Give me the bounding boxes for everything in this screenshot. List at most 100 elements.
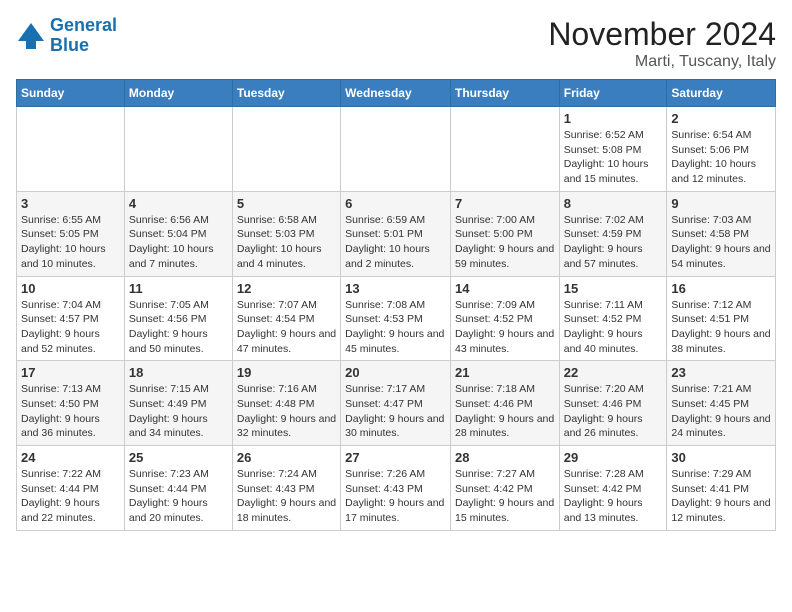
calendar-cell: 14 Sunrise: 7:09 AM Sunset: 4:52 PM Dayli… — [450, 276, 559, 361]
day-info: Sunrise: 7:18 AM Sunset: 4:46 PM Dayligh… — [455, 382, 555, 441]
calendar-cell: 29 Sunrise: 7:28 AM Sunset: 4:42 PM Dayli… — [559, 446, 667, 531]
day-info: Sunrise: 7:13 AM Sunset: 4:50 PM Dayligh… — [21, 382, 120, 441]
day-info: Sunrise: 6:54 AM Sunset: 5:06 PM Dayligh… — [671, 128, 771, 187]
day-number: 30 — [671, 450, 771, 465]
weekday-header: Sunday — [17, 80, 125, 107]
day-info: Sunrise: 7:26 AM Sunset: 4:43 PM Dayligh… — [345, 467, 446, 526]
calendar-cell: 16 Sunrise: 7:12 AM Sunset: 4:51 PM Dayli… — [667, 276, 776, 361]
day-number: 20 — [345, 365, 446, 380]
calendar-cell: 15 Sunrise: 7:11 AM Sunset: 4:52 PM Dayli… — [559, 276, 667, 361]
week-row: 3 Sunrise: 6:55 AM Sunset: 5:05 PM Daylig… — [17, 191, 776, 276]
day-number: 14 — [455, 281, 555, 296]
day-number: 29 — [564, 450, 663, 465]
logo-icon — [16, 21, 46, 51]
day-number: 5 — [237, 196, 336, 211]
calendar-cell: 7Sunrise: 7:00 AM Sunset: 5:00 PM Daylig… — [450, 191, 559, 276]
day-info: Sunrise: 7:02 AM Sunset: 4:59 PM Dayligh… — [564, 213, 663, 272]
calendar-cell: 2Sunrise: 6:54 AM Sunset: 5:06 PM Daylig… — [667, 107, 776, 192]
calendar-cell: 20 Sunrise: 7:17 AM Sunset: 4:47 PM Dayli… — [341, 361, 451, 446]
day-info: Sunrise: 7:12 AM Sunset: 4:51 PM Dayligh… — [671, 298, 771, 357]
day-info: Sunrise: 7:09 AM Sunset: 4:52 PM Dayligh… — [455, 298, 555, 357]
day-number: 11 — [129, 281, 228, 296]
calendar-table: SundayMondayTuesdayWednesdayThursdayFrid… — [16, 79, 776, 531]
weekday-header: Wednesday — [341, 80, 451, 107]
weekday-header: Monday — [124, 80, 232, 107]
day-info: Sunrise: 7:05 AM Sunset: 4:56 PM Dayligh… — [129, 298, 228, 357]
calendar-header: SundayMondayTuesdayWednesdayThursdayFrid… — [17, 80, 776, 107]
calendar-cell: 6 Sunrise: 6:59 AM Sunset: 5:01 PM Daylig… — [341, 191, 451, 276]
day-info: Sunrise: 7:29 AM Sunset: 4:41 PM Dayligh… — [671, 467, 771, 526]
day-info: Sunrise: 7:07 AM Sunset: 4:54 PM Dayligh… — [237, 298, 336, 357]
calendar-cell — [450, 107, 559, 192]
calendar-cell: 4 Sunrise: 6:56 AM Sunset: 5:04 PM Daylig… — [124, 191, 232, 276]
day-info: Sunrise: 7:04 AM Sunset: 4:57 PM Dayligh… — [21, 298, 120, 357]
header-row: SundayMondayTuesdayWednesdayThursdayFrid… — [17, 80, 776, 107]
calendar-body: 1 Sunrise: 6:52 AM Sunset: 5:08 PM Daylig… — [17, 107, 776, 531]
weekday-header: Saturday — [667, 80, 776, 107]
calendar-cell: 12 Sunrise: 7:07 AM Sunset: 4:54 PM Dayli… — [232, 276, 340, 361]
day-number: 22 — [564, 365, 663, 380]
week-row: 10Sunrise: 7:04 AM Sunset: 4:57 PM Dayli… — [17, 276, 776, 361]
day-number: 3 — [21, 196, 120, 211]
day-info: Sunrise: 7:27 AM Sunset: 4:42 PM Dayligh… — [455, 467, 555, 526]
day-info: Sunrise: 7:22 AM Sunset: 4:44 PM Dayligh… — [21, 467, 120, 526]
day-info: Sunrise: 7:28 AM Sunset: 4:42 PM Dayligh… — [564, 467, 663, 526]
day-info: Sunrise: 7:16 AM Sunset: 4:48 PM Dayligh… — [237, 382, 336, 441]
logo-text: General Blue — [50, 16, 117, 56]
calendar-cell: 30 Sunrise: 7:29 AM Sunset: 4:41 PM Dayli… — [667, 446, 776, 531]
calendar-cell: 3 Sunrise: 6:55 AM Sunset: 5:05 PM Daylig… — [17, 191, 125, 276]
day-info: Sunrise: 7:15 AM Sunset: 4:49 PM Dayligh… — [129, 382, 228, 441]
location: Marti, Tuscany, Italy — [548, 53, 776, 71]
calendar-cell: 23Sunrise: 7:21 AM Sunset: 4:45 PM Dayli… — [667, 361, 776, 446]
calendar-cell — [232, 107, 340, 192]
day-number: 7 — [455, 196, 555, 211]
day-number: 15 — [564, 281, 663, 296]
day-number: 12 — [237, 281, 336, 296]
logo: General Blue — [16, 16, 117, 56]
day-number: 9 — [671, 196, 771, 211]
day-number: 26 — [237, 450, 336, 465]
day-info: Sunrise: 7:20 AM Sunset: 4:46 PM Dayligh… — [564, 382, 663, 441]
week-row: 24 Sunrise: 7:22 AM Sunset: 4:44 PM Dayli… — [17, 446, 776, 531]
day-info: Sunrise: 7:17 AM Sunset: 4:47 PM Dayligh… — [345, 382, 446, 441]
calendar-cell: 21 Sunrise: 7:18 AM Sunset: 4:46 PM Dayli… — [450, 361, 559, 446]
day-info: Sunrise: 7:11 AM Sunset: 4:52 PM Dayligh… — [564, 298, 663, 357]
calendar-cell: 1 Sunrise: 6:52 AM Sunset: 5:08 PM Daylig… — [559, 107, 667, 192]
calendar-cell: 22 Sunrise: 7:20 AM Sunset: 4:46 PM Dayli… — [559, 361, 667, 446]
day-info: Sunrise: 6:58 AM Sunset: 5:03 PM Dayligh… — [237, 213, 336, 272]
day-info: Sunrise: 7:24 AM Sunset: 4:43 PM Dayligh… — [237, 467, 336, 526]
day-info: Sunrise: 7:21 AM Sunset: 4:45 PM Dayligh… — [671, 382, 771, 441]
calendar-cell: 8 Sunrise: 7:02 AM Sunset: 4:59 PM Daylig… — [559, 191, 667, 276]
day-info: Sunrise: 6:52 AM Sunset: 5:08 PM Dayligh… — [564, 128, 663, 187]
day-number: 8 — [564, 196, 663, 211]
day-info: Sunrise: 7:23 AM Sunset: 4:44 PM Dayligh… — [129, 467, 228, 526]
calendar-cell: 11 Sunrise: 7:05 AM Sunset: 4:56 PM Dayli… — [124, 276, 232, 361]
week-row: 1 Sunrise: 6:52 AM Sunset: 5:08 PM Daylig… — [17, 107, 776, 192]
day-number: 24 — [21, 450, 120, 465]
title-block: November 2024 Marti, Tuscany, Italy — [548, 16, 776, 71]
logo-line1: General — [50, 15, 117, 35]
day-number: 16 — [671, 281, 771, 296]
weekday-header: Thursday — [450, 80, 559, 107]
day-number: 27 — [345, 450, 446, 465]
day-number: 6 — [345, 196, 446, 211]
day-number: 4 — [129, 196, 228, 211]
day-number: 1 — [564, 111, 663, 126]
day-info: Sunrise: 6:59 AM Sunset: 5:01 PM Dayligh… — [345, 213, 446, 272]
day-info: Sunrise: 6:56 AM Sunset: 5:04 PM Dayligh… — [129, 213, 228, 272]
day-number: 25 — [129, 450, 228, 465]
calendar-cell: 17Sunrise: 7:13 AM Sunset: 4:50 PM Dayli… — [17, 361, 125, 446]
calendar-cell — [341, 107, 451, 192]
day-number: 18 — [129, 365, 228, 380]
calendar-cell: 10Sunrise: 7:04 AM Sunset: 4:57 PM Dayli… — [17, 276, 125, 361]
calendar-cell — [17, 107, 125, 192]
logo-line2: Blue — [50, 35, 89, 55]
calendar-cell: 28Sunrise: 7:27 AM Sunset: 4:42 PM Dayli… — [450, 446, 559, 531]
calendar-cell: 27 Sunrise: 7:26 AM Sunset: 4:43 PM Dayli… — [341, 446, 451, 531]
day-info: Sunrise: 7:08 AM Sunset: 4:53 PM Dayligh… — [345, 298, 446, 357]
day-number: 13 — [345, 281, 446, 296]
week-row: 17Sunrise: 7:13 AM Sunset: 4:50 PM Dayli… — [17, 361, 776, 446]
day-info: Sunrise: 6:55 AM Sunset: 5:05 PM Dayligh… — [21, 213, 120, 272]
calendar-cell: 9Sunrise: 7:03 AM Sunset: 4:58 PM Daylig… — [667, 191, 776, 276]
day-number: 21 — [455, 365, 555, 380]
